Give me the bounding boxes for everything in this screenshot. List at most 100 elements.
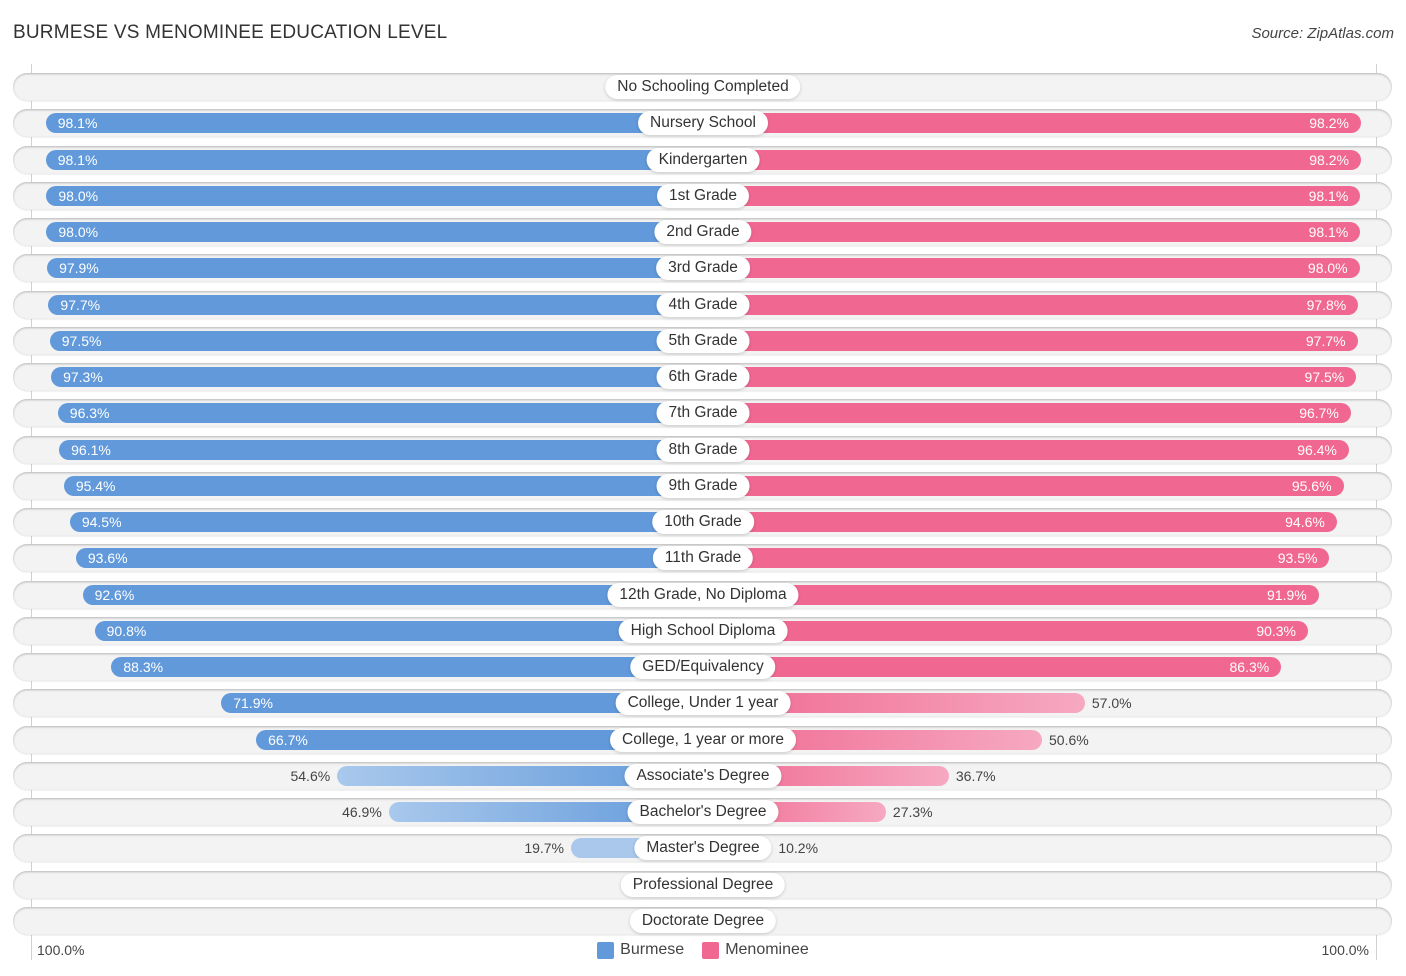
value-label-burmese-12th-grade-no-diploma: 92.6% bbox=[94, 586, 135, 603]
category-label-1st-grade: 1st Grade bbox=[656, 183, 750, 208]
value-label-burmese-11th-grade: 93.6% bbox=[87, 550, 128, 567]
diverging-bar-chart: 1.9%1.9%No Schooling Completed98.1%98.2%… bbox=[0, 0, 1406, 976]
category-label-4th-grade: 4th Grade bbox=[656, 292, 750, 317]
category-label-3rd-grade: 3rd Grade bbox=[656, 256, 750, 281]
value-label-burmese-college-under-1-year: 71.9% bbox=[233, 695, 273, 712]
bar-menominee-ged-equivalency bbox=[703, 657, 1282, 677]
bar-burmese-8th-grade bbox=[59, 439, 703, 460]
value-label-menominee-3rd-grade: 98.0% bbox=[1307, 260, 1348, 277]
category-label-10th-grade: 10th Grade bbox=[652, 510, 754, 534]
bar-menominee-11th-grade bbox=[703, 548, 1330, 569]
value-label-menominee-1st-grade: 98.1% bbox=[1308, 187, 1349, 204]
legend-swatch-menominee bbox=[702, 941, 720, 959]
category-label-6th-grade: 6th Grade bbox=[656, 365, 750, 389]
value-label-menominee-6th-grade: 97.5% bbox=[1304, 369, 1345, 385]
value-label-burmese-bachelor-s-degree: 46.9% bbox=[342, 804, 382, 820]
category-label-7th-grade: 7th Grade bbox=[656, 401, 750, 426]
bar-burmese-7th-grade bbox=[57, 403, 703, 424]
bar-burmese-3rd-grade bbox=[47, 258, 703, 279]
value-label-menominee-9th-grade: 95.6% bbox=[1291, 477, 1332, 494]
legend-label-burmese: Burmese bbox=[620, 941, 685, 958]
bar-menominee-10th-grade bbox=[703, 512, 1337, 532]
value-label-burmese-nursery-school: 98.1% bbox=[57, 115, 98, 132]
bar-menominee-5th-grade bbox=[703, 330, 1358, 351]
legend-swatch-burmese bbox=[597, 941, 615, 959]
bar-burmese-4th-grade bbox=[48, 294, 703, 315]
category-label-11th-grade: 11th Grade bbox=[652, 546, 754, 571]
category-label-college-1-year-or-more: College, 1 year or more bbox=[610, 727, 796, 752]
bar-menominee-kindergarten bbox=[703, 149, 1361, 170]
bar-menominee-2nd-grade bbox=[703, 222, 1361, 242]
bar-menominee-1st-grade bbox=[703, 185, 1361, 206]
value-label-burmese-high-school-diploma: 90.8% bbox=[106, 622, 147, 639]
category-label-master-s-degree: Master's Degree bbox=[634, 836, 772, 861]
value-label-burmese-4th-grade: 97.7% bbox=[60, 296, 101, 313]
value-label-burmese-associate-s-degree: 54.6% bbox=[290, 767, 331, 784]
value-label-burmese-8th-grade: 96.1% bbox=[71, 441, 111, 458]
value-label-menominee-bachelor-s-degree: 27.3% bbox=[892, 804, 933, 820]
legend: Burmese Menominee bbox=[0, 941, 1406, 959]
bar-burmese-10th-grade bbox=[69, 512, 703, 532]
category-label-college-under-1-year: College, Under 1 year bbox=[615, 691, 791, 716]
bar-burmese-2nd-grade bbox=[46, 222, 703, 242]
bar-burmese-high-school-diploma bbox=[94, 620, 703, 641]
category-label-2nd-grade: 2nd Grade bbox=[654, 220, 752, 244]
bar-menominee-6th-grade bbox=[703, 367, 1357, 387]
bar-menominee-7th-grade bbox=[703, 403, 1351, 424]
value-label-menominee-7th-grade: 96.7% bbox=[1299, 405, 1339, 422]
value-label-burmese-5th-grade: 97.5% bbox=[61, 332, 102, 349]
bar-burmese-11th-grade bbox=[75, 548, 703, 569]
category-label-kindergarten: Kindergarten bbox=[646, 147, 760, 172]
value-label-burmese-1st-grade: 98.0% bbox=[58, 187, 99, 204]
value-label-menominee-5th-grade: 97.7% bbox=[1305, 332, 1346, 349]
category-label-nursery-school: Nursery School bbox=[638, 111, 768, 136]
value-label-burmese-9th-grade: 95.4% bbox=[75, 477, 116, 494]
value-label-menominee-kindergarten: 98.2% bbox=[1309, 151, 1349, 168]
bar-menominee-high-school-diploma bbox=[703, 620, 1308, 641]
category-label-doctorate-degree: Doctorate Degree bbox=[629, 908, 777, 933]
legend-item-menominee: Menominee bbox=[702, 941, 809, 959]
value-label-menominee-11th-grade: 93.5% bbox=[1277, 550, 1318, 567]
value-label-menominee-nursery-school: 98.2% bbox=[1309, 115, 1349, 132]
bar-menominee-9th-grade bbox=[703, 475, 1344, 496]
value-label-burmese-kindergarten: 98.1% bbox=[57, 151, 98, 168]
category-label-12th-grade-no-diploma: 12th Grade, No Diploma bbox=[607, 582, 799, 607]
bar-menominee-nursery-school bbox=[703, 113, 1361, 134]
value-label-burmese-2nd-grade: 98.0% bbox=[58, 224, 99, 240]
category-label-8th-grade: 8th Grade bbox=[656, 437, 750, 462]
value-label-menominee-ged-equivalency: 86.3% bbox=[1229, 659, 1270, 675]
value-label-burmese-10th-grade: 94.5% bbox=[81, 514, 122, 530]
category-label-ged-equivalency: GED/Equivalency bbox=[630, 655, 776, 679]
value-label-menominee-high-school-diploma: 90.3% bbox=[1256, 622, 1297, 639]
bar-burmese-1st-grade bbox=[46, 185, 703, 206]
legend-item-burmese: Burmese bbox=[597, 941, 684, 959]
value-label-menominee-12th-grade-no-diploma: 91.9% bbox=[1267, 586, 1307, 603]
value-label-burmese-3rd-grade: 97.9% bbox=[59, 260, 99, 277]
value-label-burmese-ged-equivalency: 88.3% bbox=[123, 659, 164, 675]
category-label-no-schooling-completed: No Schooling Completed bbox=[605, 75, 801, 99]
category-label-professional-degree: Professional Degree bbox=[620, 872, 786, 897]
bar-burmese-5th-grade bbox=[49, 330, 703, 351]
bar-burmese-6th-grade bbox=[51, 367, 703, 387]
category-label-bachelor-s-degree: Bachelor's Degree bbox=[627, 800, 779, 824]
legend-label-menominee: Menominee bbox=[725, 941, 809, 958]
value-label-menominee-2nd-grade: 98.1% bbox=[1308, 224, 1349, 240]
bar-burmese-nursery-school bbox=[45, 113, 703, 134]
value-label-burmese-college-1-year-or-more: 66.7% bbox=[268, 731, 308, 748]
value-label-menominee-college-1-year-or-more: 50.6% bbox=[1049, 731, 1089, 748]
category-label-9th-grade: 9th Grade bbox=[656, 473, 750, 498]
category-label-associate-s-degree: Associate's Degree bbox=[624, 763, 782, 788]
bar-burmese-9th-grade bbox=[63, 475, 703, 496]
value-label-menominee-associate-s-degree: 36.7% bbox=[955, 767, 996, 784]
bar-menominee-8th-grade bbox=[703, 439, 1349, 460]
value-label-burmese-7th-grade: 96.3% bbox=[69, 405, 110, 422]
value-label-menominee-college-under-1-year: 57.0% bbox=[1091, 695, 1132, 712]
value-label-menominee-8th-grade: 96.4% bbox=[1297, 441, 1337, 458]
value-label-menominee-10th-grade: 94.6% bbox=[1285, 514, 1325, 530]
value-label-menominee-master-s-degree: 10.2% bbox=[778, 840, 819, 857]
value-label-burmese-master-s-degree: 19.7% bbox=[524, 840, 565, 857]
bar-burmese-kindergarten bbox=[45, 149, 703, 170]
value-label-menominee-4th-grade: 97.8% bbox=[1306, 296, 1347, 313]
bar-menominee-4th-grade bbox=[703, 294, 1359, 315]
category-label-high-school-diploma: High School Diploma bbox=[618, 618, 788, 643]
